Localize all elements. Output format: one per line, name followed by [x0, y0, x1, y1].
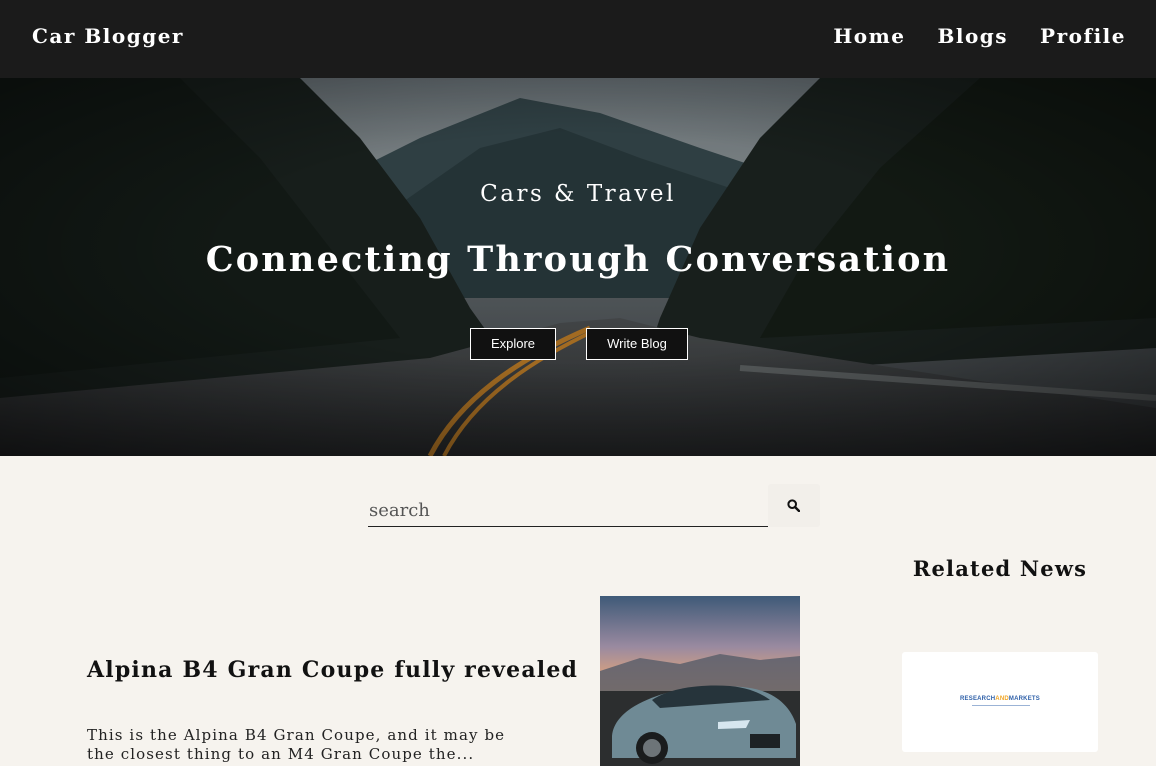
post-excerpt: This is the Alpina B4 Gran Coupe, and it…	[87, 726, 506, 763]
nav-link-blogs[interactable]: Blogs	[937, 24, 1008, 48]
nav-links: Home Blogs Profile	[833, 24, 1126, 48]
top-navbar: Car Blogger Home Blogs Profile	[0, 0, 1156, 78]
related-news-heading: Related News	[912, 556, 1088, 581]
hero-subtitle: Cars & Travel	[480, 181, 676, 207]
news-source-logo: RESEARCHANDMARKETS	[960, 696, 1040, 702]
hero-banner: Cars & Travel Connecting Through Convers…	[0, 78, 1156, 456]
nav-link-profile[interactable]: Profile	[1040, 24, 1126, 48]
logo-divider	[972, 705, 1030, 706]
car-image	[600, 596, 800, 766]
search-input[interactable]	[368, 486, 768, 527]
post-title[interactable]: Alpina B4 Gran Coupe fully revealed	[87, 657, 578, 683]
related-news-card[interactable]: RESEARCHANDMARKETS	[902, 652, 1098, 752]
site-brand[interactable]: Car Blogger	[32, 24, 184, 48]
search-icon	[787, 499, 800, 512]
search-button[interactable]	[768, 484, 820, 527]
write-blog-button[interactable]: Write Blog	[586, 328, 688, 360]
nav-link-home[interactable]: Home	[833, 24, 905, 48]
post-thumbnail[interactable]	[600, 596, 800, 766]
hero-title: Connecting Through Conversation	[205, 239, 951, 280]
explore-button[interactable]: Explore	[470, 328, 556, 360]
